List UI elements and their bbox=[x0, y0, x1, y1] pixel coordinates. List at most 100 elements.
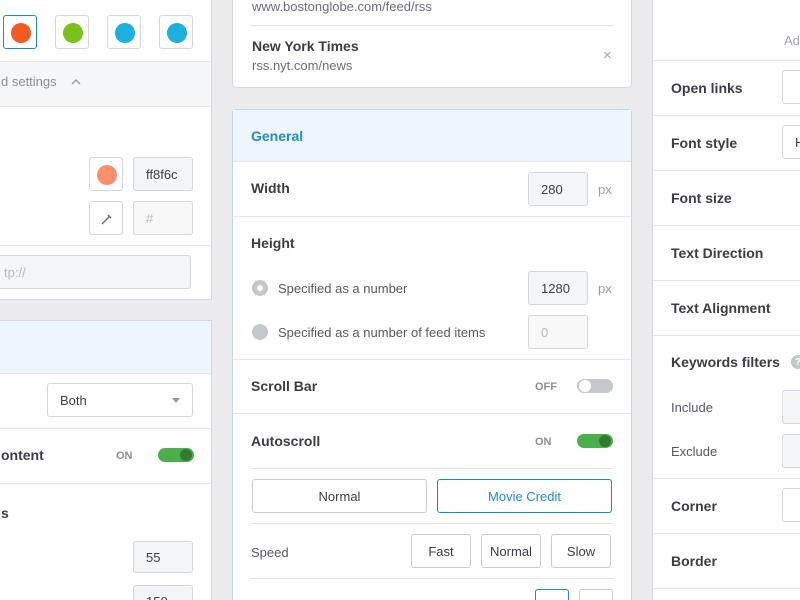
url-input[interactable]: tp:// bbox=[0, 255, 191, 289]
font-size-label: Font size bbox=[671, 190, 732, 206]
speed-slow-button[interactable]: Slow bbox=[551, 534, 611, 568]
section-header bbox=[0, 321, 211, 373]
select-value: Both bbox=[60, 392, 87, 408]
eyedropper-icon bbox=[101, 214, 112, 225]
option-button-1[interactable] bbox=[535, 589, 569, 600]
autoscroll-state: ON bbox=[535, 436, 552, 448]
open-links-label: Open links bbox=[671, 80, 743, 96]
divider bbox=[653, 60, 800, 61]
divider bbox=[233, 359, 631, 360]
height-items-radio[interactable] bbox=[252, 324, 268, 340]
include-input[interactable] bbox=[782, 390, 800, 424]
width-unit: px bbox=[598, 182, 612, 197]
left-color-panel: d settings ff8f6c # tp:// bbox=[0, 0, 212, 300]
height-items-label: Specified as a number of feed items bbox=[278, 325, 486, 340]
height-label: Height bbox=[251, 235, 295, 251]
divider bbox=[0, 373, 211, 374]
option-button-2[interactable] bbox=[579, 589, 613, 600]
divider bbox=[0, 428, 211, 429]
right-header-text: Ad bbox=[784, 33, 800, 48]
divider bbox=[251, 25, 613, 26]
include-label: Include bbox=[671, 400, 713, 415]
keywords-filters-label: Keywords filters bbox=[671, 354, 780, 370]
content-toggle[interactable] bbox=[158, 448, 194, 462]
font-style-select[interactable]: H bbox=[782, 125, 800, 159]
height-number-input[interactable]: 1280 bbox=[528, 271, 588, 305]
divider bbox=[0, 483, 211, 484]
color-swatch-3[interactable] bbox=[107, 15, 141, 49]
number-input-1[interactable]: 55 bbox=[133, 541, 193, 573]
feed-name: New York Times bbox=[252, 38, 359, 54]
mode-normal-button[interactable]: Normal bbox=[252, 479, 427, 513]
corner-label: Corner bbox=[671, 498, 717, 514]
feed-url: www.bostonglobe.com/feed/rss bbox=[252, 0, 432, 14]
color-swatch-1[interactable] bbox=[3, 15, 37, 49]
font-style-label: Font style bbox=[671, 135, 738, 151]
color-swatch-2[interactable] bbox=[55, 15, 89, 49]
left-options-panel: Both ontent ON s 55 150 bbox=[0, 320, 212, 600]
speed-fast-button[interactable]: Fast bbox=[411, 534, 471, 568]
divider bbox=[251, 468, 613, 469]
border-label: Border bbox=[671, 553, 717, 569]
height-items-input[interactable]: 0 bbox=[528, 315, 588, 349]
number-input-2[interactable]: 150 bbox=[133, 585, 193, 600]
color-hex-input[interactable]: ff8f6c bbox=[133, 157, 193, 191]
color-dot bbox=[167, 23, 187, 43]
custom-color-swatch[interactable] bbox=[89, 157, 123, 191]
divider bbox=[653, 588, 800, 589]
toggle-knob bbox=[599, 435, 611, 447]
divider bbox=[653, 170, 800, 171]
divider bbox=[653, 115, 800, 116]
width-input[interactable]: 280 bbox=[528, 172, 588, 206]
autoscroll-label: Autoscroll bbox=[251, 433, 321, 449]
height-number-radio[interactable] bbox=[252, 280, 268, 296]
text-alignment-label: Text Alignment bbox=[671, 300, 771, 316]
height-number-label: Specified as a number bbox=[278, 281, 408, 296]
color-dot bbox=[115, 23, 135, 43]
divider bbox=[251, 523, 613, 524]
color-dot bbox=[11, 23, 31, 43]
speed-label: Speed bbox=[251, 545, 289, 560]
advanced-settings-header[interactable]: d settings bbox=[0, 62, 211, 106]
exclude-input[interactable] bbox=[782, 434, 800, 468]
divider bbox=[251, 578, 613, 579]
mode-movie-credit-button[interactable]: Movie Credit bbox=[437, 479, 612, 513]
open-links-select[interactable] bbox=[782, 70, 800, 104]
divider bbox=[233, 413, 631, 414]
scrollbar-label: Scroll Bar bbox=[251, 378, 318, 394]
chevron-up-icon bbox=[71, 78, 81, 85]
general-header: General bbox=[233, 110, 631, 161]
scrollbar-toggle[interactable] bbox=[577, 379, 613, 393]
divider bbox=[653, 533, 800, 534]
eyedropper-button[interactable] bbox=[89, 201, 123, 235]
exclude-label: Exclude bbox=[671, 444, 718, 459]
help-icon[interactable]: ? bbox=[791, 355, 800, 369]
advanced-settings-label: d settings bbox=[1, 74, 57, 89]
divider bbox=[653, 225, 800, 226]
divider bbox=[653, 478, 800, 479]
divider bbox=[233, 161, 631, 162]
speed-normal-button[interactable]: Normal bbox=[481, 534, 541, 568]
divider bbox=[653, 280, 800, 281]
divider bbox=[233, 216, 631, 217]
divider bbox=[0, 245, 211, 246]
toggle-knob bbox=[180, 449, 192, 461]
scrollbar-state: OFF bbox=[535, 381, 557, 393]
content-label: ontent bbox=[1, 447, 44, 463]
hash-input[interactable]: # bbox=[133, 201, 193, 235]
divider bbox=[653, 335, 800, 336]
corner-input[interactable] bbox=[782, 488, 800, 522]
right-settings-panel: Ad Open links Font style H Font size Tex… bbox=[652, 0, 800, 600]
color-dot bbox=[63, 23, 83, 43]
color-swatch-4[interactable] bbox=[159, 15, 193, 49]
remove-feed-button[interactable]: × bbox=[603, 47, 612, 64]
autoscroll-toggle[interactable] bbox=[577, 434, 613, 448]
both-select[interactable]: Both bbox=[47, 383, 193, 417]
toggle-knob bbox=[579, 380, 591, 392]
content-toggle-state: ON bbox=[116, 450, 133, 462]
section-label: s bbox=[1, 505, 9, 521]
general-title: General bbox=[251, 128, 304, 144]
feeds-panel: www.bostonglobe.com/feed/rss New York Ti… bbox=[232, 0, 632, 88]
color-dot bbox=[97, 165, 117, 185]
feed-url: rss.nyt.com/news bbox=[252, 58, 353, 73]
